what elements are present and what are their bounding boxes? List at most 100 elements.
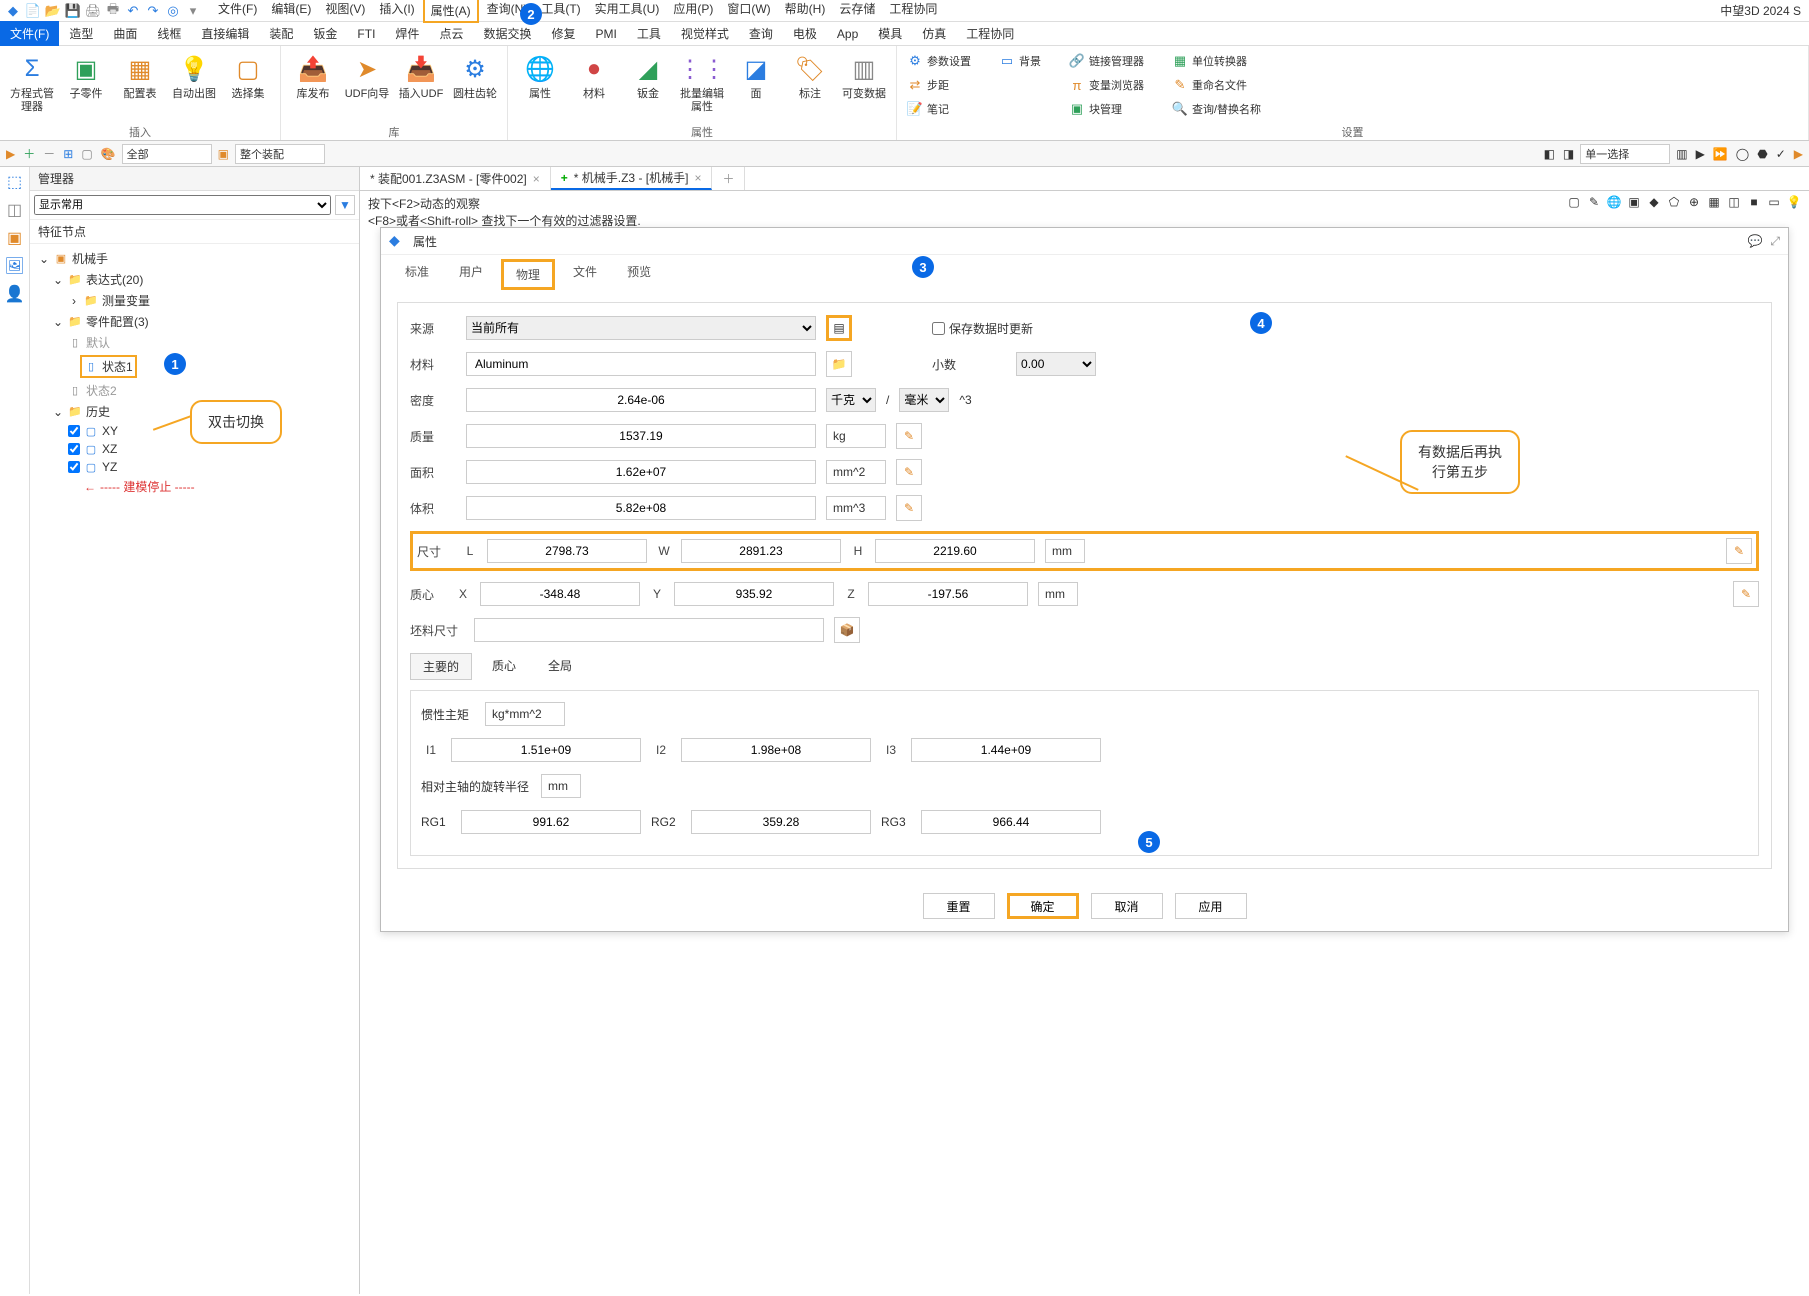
vi-10[interactable]: ■: [1745, 193, 1763, 211]
vi-2[interactable]: ✎: [1585, 193, 1603, 211]
volume-input[interactable]: [466, 496, 816, 520]
size-l-input[interactable]: [487, 539, 647, 563]
blank-box-button[interactable]: 📦: [834, 617, 860, 643]
size-w-input[interactable]: [681, 539, 841, 563]
grid-icon[interactable]: ⊞: [61, 144, 75, 164]
calc-button[interactable]: ▤: [826, 315, 852, 341]
doc-tab-1[interactable]: * 装配001.Z3ASM - [零件002]×: [360, 167, 551, 190]
tree-state1[interactable]: ▯状态1: [80, 355, 137, 378]
tree-stop[interactable]: ← ----- 建模停止 -----: [34, 476, 355, 497]
dlgtab-file[interactable]: 文件: [561, 259, 609, 290]
vi-4[interactable]: ▣: [1625, 193, 1643, 211]
vi-12[interactable]: 💡: [1785, 193, 1803, 211]
blank-input[interactable]: [474, 618, 824, 642]
btn-subpart[interactable]: ▣子零件: [60, 50, 112, 124]
rtab-shape[interactable]: 造型: [59, 21, 103, 46]
xz-checkbox[interactable]: [68, 443, 80, 455]
itab-centroid[interactable]: 质心: [480, 653, 528, 680]
menu-window[interactable]: 窗口(W): [721, 0, 776, 23]
tb-icon-b[interactable]: ◨: [1561, 144, 1576, 164]
doc-tab-add[interactable]: ＋: [712, 167, 745, 190]
btn-rename[interactable]: ✎重命名文件: [1168, 74, 1265, 96]
tree-root[interactable]: ⌄▣机械手: [34, 248, 355, 269]
xy-checkbox[interactable]: [68, 425, 80, 437]
edit-centroid-button[interactable]: ✎: [1733, 581, 1759, 607]
vi-7[interactable]: ⊕: [1685, 193, 1703, 211]
dropdown-icon[interactable]: ▾: [184, 2, 202, 20]
btn-gear[interactable]: ⚙圆柱齿轮: [449, 50, 501, 124]
vi-3[interactable]: 🌐: [1605, 193, 1623, 211]
box3d-icon[interactable]: ▣: [4, 227, 26, 249]
tree-state2[interactable]: ▯状态2: [34, 380, 355, 401]
btn-paramset[interactable]: ⚙参数设置: [903, 50, 975, 72]
plus-icon[interactable]: ＋: [21, 144, 37, 164]
menu-util[interactable]: 实用工具(U): [589, 0, 666, 23]
rtab-tool[interactable]: 工具: [627, 21, 671, 46]
density-input[interactable]: [466, 388, 816, 412]
rg3-input[interactable]: [921, 810, 1101, 834]
user-icon[interactable]: 👤: [4, 283, 26, 305]
tb-icon-d[interactable]: ▶: [1694, 144, 1707, 164]
menu-help[interactable]: 帮助(H): [779, 0, 832, 23]
btn-autodraw[interactable]: 💡自动出图: [168, 50, 220, 124]
redo-icon[interactable]: ↷: [144, 2, 162, 20]
density-unit2[interactable]: 毫米: [899, 388, 949, 412]
target-icon[interactable]: ◎: [164, 2, 182, 20]
new-icon[interactable]: 📄: [24, 2, 42, 20]
decimal-select[interactable]: 0.00: [1016, 352, 1096, 376]
menu-attribute[interactable]: 属性(A): [423, 0, 479, 23]
tb-icon-f[interactable]: ◯: [1734, 144, 1751, 164]
centroid-z-input[interactable]: [868, 582, 1028, 606]
menu-file[interactable]: 文件(F): [212, 0, 263, 23]
menu-insert[interactable]: 插入(I): [373, 0, 420, 23]
i2-input[interactable]: [681, 738, 871, 762]
reset-button[interactable]: 重置: [923, 893, 995, 919]
btn-attr[interactable]: 🌐属性: [514, 50, 566, 124]
dlg-help-icon[interactable]: 💬: [1747, 234, 1762, 249]
vi-8[interactable]: ▦: [1705, 193, 1723, 211]
tree-expr[interactable]: ⌄📁表达式(20): [34, 269, 355, 290]
menu-app[interactable]: 应用(P): [667, 0, 719, 23]
btn-findreplace[interactable]: 🔍查询/替换名称: [1168, 98, 1265, 120]
rtab-repair[interactable]: 修复: [541, 21, 585, 46]
material-input[interactable]: [466, 352, 816, 376]
density-unit1[interactable]: 千克: [826, 388, 876, 412]
minus-icon[interactable]: －: [41, 144, 57, 164]
edit-area-button[interactable]: ✎: [896, 459, 922, 485]
btn-vardata[interactable]: ▥可变数据: [838, 50, 890, 124]
btn-annotation[interactable]: 🏷标注: [784, 50, 836, 124]
rtab-pmi[interactable]: PMI: [585, 23, 626, 45]
yz-checkbox[interactable]: [68, 461, 80, 473]
view-icon[interactable]: 🖼: [4, 255, 26, 277]
dlgtab-physical[interactable]: 物理: [501, 259, 555, 290]
tb-icon-h[interactable]: ✓: [1774, 144, 1788, 164]
tb-icon-i[interactable]: ▶: [1792, 144, 1805, 164]
close-icon[interactable]: ×: [694, 171, 701, 185]
rtab-file[interactable]: 文件(F): [0, 21, 59, 46]
btn-batchedit[interactable]: ⋮⋮批量编辑属性: [676, 50, 728, 124]
dlgtab-user[interactable]: 用户: [447, 259, 495, 290]
ok-button[interactable]: 确定: [1007, 893, 1079, 919]
i3-input[interactable]: [911, 738, 1101, 762]
doc-tab-2[interactable]: +* 机械手.Z3 - [机械手]×: [551, 167, 713, 190]
cursor-icon[interactable]: ▶: [4, 144, 17, 164]
btn-insertudf[interactable]: 📥插入UDF: [395, 50, 447, 124]
vi-11[interactable]: ▭: [1765, 193, 1783, 211]
btn-linkmgr[interactable]: 🔗链接管理器: [1065, 50, 1148, 72]
color-icon[interactable]: 🎨: [99, 144, 118, 164]
btn-step[interactable]: ⇄步距: [903, 74, 975, 96]
btn-equation-mgr[interactable]: Σ方程式管理器: [6, 50, 58, 124]
tree-yz[interactable]: ▢YZ: [34, 458, 355, 476]
save-icon[interactable]: 💾: [64, 2, 82, 20]
btn-sheetmetal[interactable]: ◢钣金: [622, 50, 674, 124]
btn-note[interactable]: 📝笔记: [903, 98, 975, 120]
tree-icon[interactable]: ⬚: [4, 171, 26, 193]
menu-edit[interactable]: 编辑(E): [265, 0, 317, 23]
tree-partcfg[interactable]: ⌄📁零件配置(3): [34, 311, 355, 332]
itab-main[interactable]: 主要的: [410, 653, 472, 680]
save-update-checkbox[interactable]: 保存数据时更新: [932, 320, 1033, 337]
funnel-icon[interactable]: ▼: [335, 195, 355, 215]
i1-input[interactable]: [451, 738, 641, 762]
dlgtab-standard[interactable]: 标准: [393, 259, 441, 290]
dlg-close-icon[interactable]: ⤢: [1770, 234, 1780, 249]
